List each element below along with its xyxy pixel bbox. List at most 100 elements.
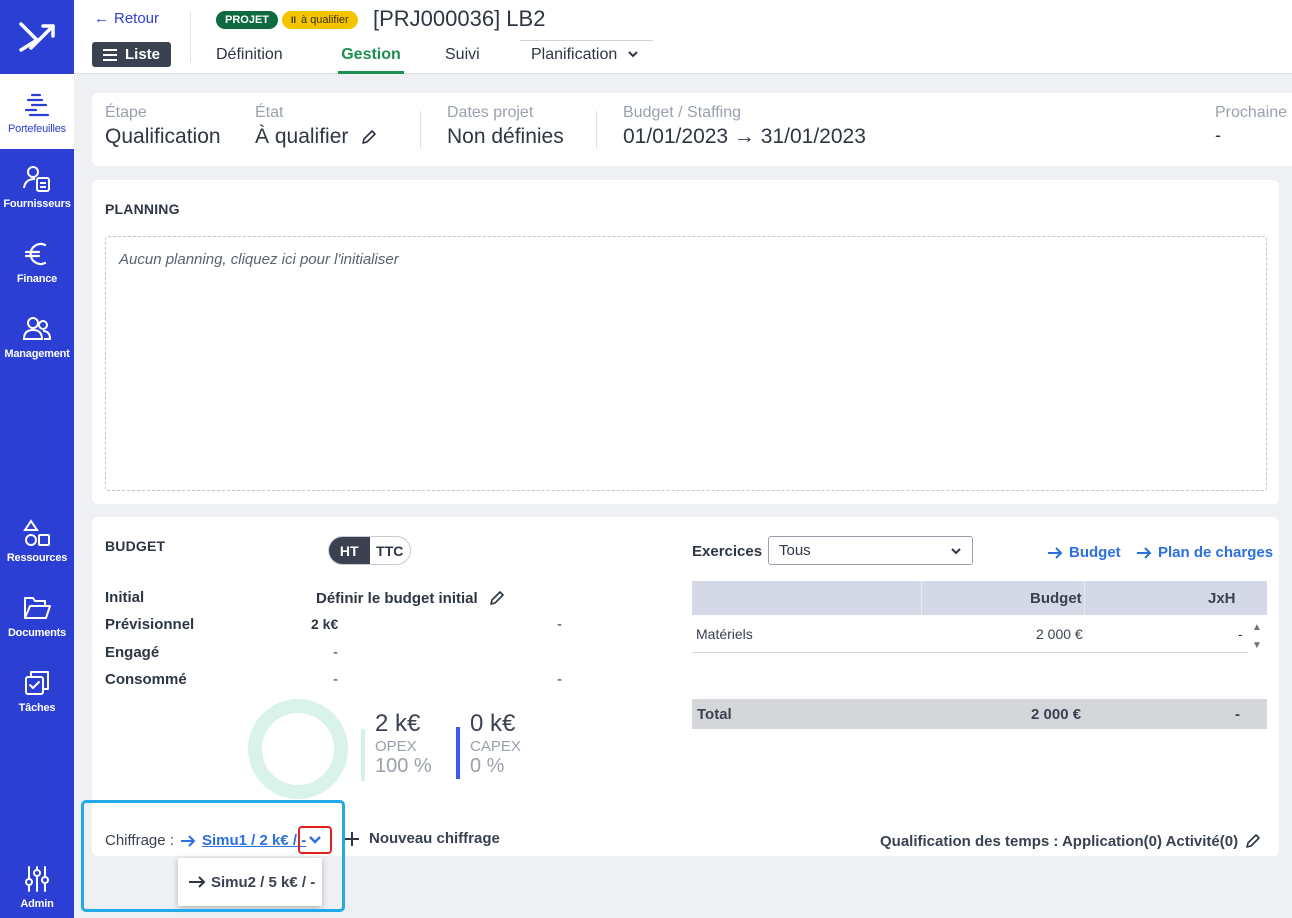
info-divider	[596, 111, 597, 149]
qualification-temps[interactable]: Qualification des temps : Application(0)…	[880, 832, 1262, 850]
info-label: Prochaine	[1215, 104, 1288, 121]
tab-bar: Définition Gestion Suivi Planification	[216, 40, 639, 74]
scroll-up-icon[interactable]: ▲	[1252, 619, 1262, 637]
chiffrage-current-link[interactable]: Simu1 / 2 k€ / -	[180, 832, 306, 849]
supplier-icon	[23, 165, 50, 192]
table-total-row: Total 2 000 € -	[692, 699, 1267, 729]
sidebar-item-label: Fournisseurs	[3, 197, 71, 210]
list-label: Liste	[124, 46, 160, 63]
tab-planification[interactable]: Planification	[531, 40, 639, 74]
budget-row-label: Consommé	[105, 671, 187, 688]
sidebar-item-admin[interactable]: Admin	[0, 856, 74, 918]
opex-capex-donut	[248, 699, 348, 799]
info-etat: État À qualifier	[255, 104, 378, 149]
tab-gestion[interactable]: Gestion	[338, 40, 404, 74]
info-value: Qualification	[105, 125, 221, 148]
sidebar-item-ressources[interactable]: Ressources	[0, 503, 74, 578]
budget-row-label: Engagé	[105, 644, 160, 661]
info-prochaine: Prochaine -	[1215, 104, 1287, 146]
opex-value: 2 k€	[375, 710, 421, 737]
info-value: 01/01/2023 → 31/01/2023	[623, 125, 866, 148]
tab-planification-label: Planification	[531, 46, 618, 63]
sidebar-item-finance[interactable]: Finance	[0, 224, 74, 299]
define-initial-budget-label: Définir le budget initial	[316, 589, 478, 607]
tab-suivi[interactable]: Suivi	[404, 40, 531, 74]
page-header: ← Retour Liste PROJET II à qualifier [PR…	[74, 0, 1292, 74]
total-jxh: -	[1235, 706, 1240, 723]
info-label: Étape	[105, 104, 147, 121]
ht-ttc-toggle: HT TTC	[328, 536, 411, 565]
chiffrage-dropdown-button[interactable]	[298, 826, 332, 854]
new-chiffrage-button[interactable]: Nouveau chiffrage	[344, 830, 500, 847]
capex-block: 0 k€ CAPEX 0 %	[470, 710, 521, 778]
back-link[interactable]: ← Retour	[94, 10, 159, 27]
budget-row-label: Prévisionnel	[105, 616, 195, 633]
planning-title: PLANNING	[105, 201, 180, 217]
etat-value: À qualifier	[255, 125, 349, 148]
plan-de-charges-link[interactable]: Plan de charges	[1136, 544, 1273, 561]
planning-card: PLANNING Aucun planning, cliquez ici pou…	[92, 180, 1279, 504]
budget-link[interactable]: Budget	[1047, 544, 1121, 561]
sidebar-item-label: Portefeuilles	[8, 122, 66, 135]
portfolio-icon	[24, 93, 50, 116]
info-value: -	[1215, 125, 1221, 145]
planning-init-area[interactable]: Aucun planning, cliquez ici pour l'initi…	[105, 236, 1267, 491]
column-header-budget: Budget	[1030, 590, 1082, 607]
info-label: Budget / Staffing	[623, 104, 742, 121]
opex-label: OPEX	[375, 738, 417, 755]
budget-previsionnel-extra: -	[557, 616, 562, 633]
sidebar-item-documents[interactable]: Documents	[0, 578, 74, 653]
info-value: Non définies	[447, 125, 564, 148]
capex-percent: 0 %	[470, 755, 505, 777]
exercices-selected: Tous	[779, 542, 811, 559]
chiffrage-dropdown-option[interactable]: Simu2 / 5 k€ / -	[178, 858, 322, 906]
opex-percent: 100 %	[375, 755, 432, 777]
define-initial-budget[interactable]: Définir le budget initial	[316, 589, 506, 607]
header-divider	[190, 12, 191, 62]
table-scroll-arrows[interactable]: ▲ ▼	[1252, 619, 1262, 655]
toggle-ttc[interactable]: TTC	[370, 537, 411, 564]
list-button[interactable]: Liste	[92, 42, 171, 67]
column-header-jxh: JxH	[1208, 590, 1236, 607]
budget-engage-value: -	[333, 644, 338, 661]
arrow-right-icon	[181, 834, 196, 847]
info-dates: Dates projet Non définies	[447, 104, 564, 149]
column-divider	[1084, 581, 1085, 615]
plus-icon	[345, 831, 359, 846]
back-label: Retour	[114, 10, 160, 27]
scroll-down-icon[interactable]: ▼	[1252, 637, 1262, 655]
pencil-icon	[1246, 834, 1260, 848]
sidebar-item-label: Tâches	[18, 701, 56, 714]
arrow-right-icon	[1048, 546, 1063, 559]
page-title: [PRJ000036] LB2	[373, 6, 546, 31]
sidebar-item-fournisseurs[interactable]: Fournisseurs	[0, 149, 74, 224]
sliders-icon	[25, 866, 49, 892]
sidebar-item-label: Admin	[20, 898, 54, 910]
arrow-right-icon	[1137, 546, 1152, 559]
logo-icon	[19, 22, 55, 52]
opex-bar	[361, 729, 365, 781]
opex-block: 2 k€ OPEX 100 %	[375, 710, 432, 778]
info-label: État	[255, 104, 284, 121]
budget-link-label: Budget	[1069, 544, 1121, 561]
toggle-ht[interactable]: HT	[329, 537, 370, 564]
sidebar-item-portefeuilles[interactable]: Portefeuilles	[0, 74, 74, 149]
shapes-icon	[23, 518, 50, 546]
sidebar-item-management[interactable]: Management	[0, 299, 74, 374]
info-value: À qualifier	[255, 125, 378, 149]
budget-consomme-extra: -	[557, 671, 562, 688]
chevron-down-icon	[309, 836, 321, 844]
capex-label: CAPEX	[470, 738, 521, 755]
folder-icon	[24, 596, 51, 619]
sidebar-item-label: Management	[4, 347, 70, 360]
app-logo[interactable]	[0, 0, 74, 74]
info-label: Dates projet	[447, 104, 534, 121]
row-jxh: -	[1238, 626, 1243, 642]
tab-definition[interactable]: Définition	[216, 40, 338, 74]
info-divider	[420, 111, 421, 149]
exercices-select[interactable]: Tous	[768, 536, 973, 565]
sidebar-item-taches[interactable]: Tâches	[0, 653, 74, 728]
planning-empty-text: Aucun planning, cliquez ici pour l'initi…	[119, 251, 399, 268]
pencil-icon[interactable]	[360, 128, 378, 146]
pencil-icon	[489, 591, 504, 605]
